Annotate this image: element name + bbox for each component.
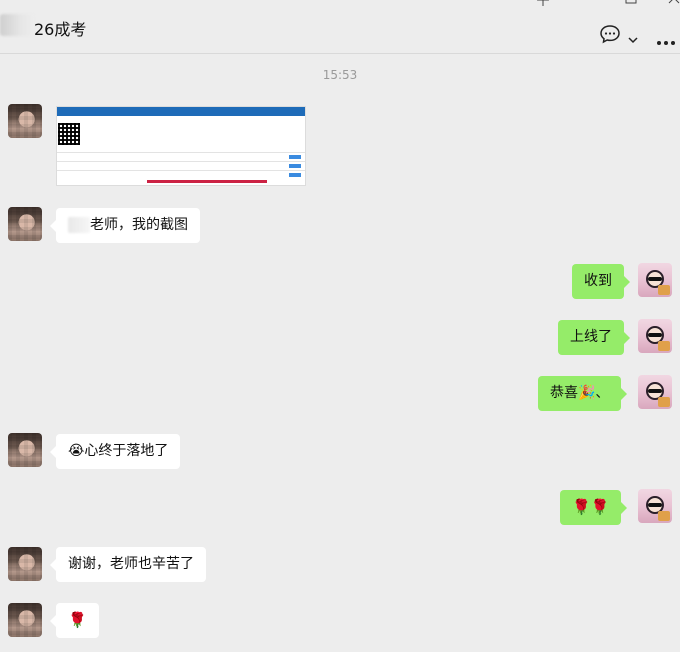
minimize-icon[interactable] <box>581 0 593 10</box>
close-icon[interactable] <box>668 0 680 10</box>
avatar[interactable] <box>8 207 42 241</box>
message-timestamp: 15:53 <box>322 68 358 82</box>
image-row-divider <box>57 161 305 162</box>
image-row-divider <box>57 152 305 153</box>
redacted-text <box>68 217 90 233</box>
message-text: 老师，我的截图 <box>90 217 188 233</box>
message-bubble[interactable]: 😭心终于落地了 <box>49 434 181 469</box>
avatar[interactable] <box>638 263 672 297</box>
maximize-icon[interactable] <box>625 0 637 10</box>
message-bubble[interactable]: 🌹🌹 <box>560 490 628 525</box>
message-bubble[interactable]: 恭喜🎉、 <box>538 376 628 411</box>
image-row-tag <box>289 164 301 168</box>
more-icon[interactable] <box>656 31 676 50</box>
chat-bubble-icon[interactable] <box>599 24 621 48</box>
qr-code-image <box>58 123 80 145</box>
message-text: 🌹🌹 <box>572 498 610 516</box>
pin-icon[interactable] <box>536 0 550 10</box>
image-row-tag <box>289 155 301 159</box>
message-bubble[interactable]: 收到 <box>572 264 630 299</box>
avatar[interactable] <box>8 433 42 467</box>
message-bubble[interactable]: 老师，我的截图 <box>50 208 200 243</box>
image-message[interactable] <box>56 106 306 186</box>
avatar[interactable] <box>8 547 42 581</box>
message-text: 谢谢，老师也辛苦了 <box>68 556 194 572</box>
message-text: 上线了 <box>570 329 612 345</box>
avatar[interactable] <box>638 319 672 353</box>
title-redacted <box>0 14 34 36</box>
message-text: 恭喜🎉、 <box>550 385 610 401</box>
message-bubble[interactable]: 上线了 <box>558 320 630 355</box>
message-bubble[interactable]: 谢谢，老师也辛苦了 <box>50 547 206 582</box>
image-header-bar <box>57 107 305 116</box>
chevron-down-icon[interactable] <box>628 29 638 48</box>
message-text: 😭心终于落地了 <box>68 443 169 459</box>
avatar[interactable] <box>8 603 42 637</box>
message-text: 🌹 <box>68 611 87 629</box>
chat-title: 26成考 <box>34 20 87 39</box>
avatar[interactable] <box>638 375 672 409</box>
image-row-tag <box>289 173 301 177</box>
image-footer-text <box>147 180 267 183</box>
title-bar: 26成考 <box>0 0 680 54</box>
image-row-divider <box>57 170 305 171</box>
message-bubble[interactable]: 🌹 <box>50 603 99 638</box>
avatar[interactable] <box>638 489 672 523</box>
avatar[interactable] <box>8 104 42 138</box>
message-text: 收到 <box>584 273 612 289</box>
